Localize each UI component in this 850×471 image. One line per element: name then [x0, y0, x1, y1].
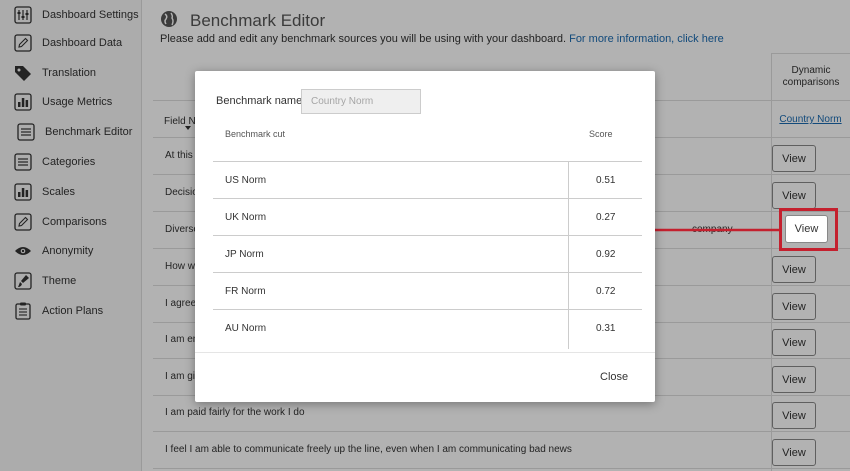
- benchmark-row: JP Norm 0.92: [213, 236, 642, 273]
- benchmark-row: US Norm 0.51: [213, 162, 642, 199]
- benchmark-cut: FR Norm: [225, 286, 266, 297]
- arrow-left-icon: [639, 224, 779, 236]
- benchmark-cut: UK Norm: [225, 212, 267, 223]
- benchmark-score[interactable]: 0.51: [596, 175, 615, 186]
- benchmark-name-input[interactable]: [301, 89, 421, 114]
- benchmark-table: US Norm 0.51 UK Norm 0.27 JP Norm 0.92 F…: [213, 161, 642, 349]
- benchmark-score[interactable]: 0.27: [596, 212, 615, 223]
- modal-footer-divider: [195, 352, 655, 353]
- benchmark-cut: AU Norm: [225, 323, 267, 334]
- benchmark-row: FR Norm 0.72: [213, 273, 642, 310]
- benchmark-cut: US Norm: [225, 175, 267, 186]
- column-divider: [568, 162, 569, 349]
- score-header: Score: [589, 129, 613, 139]
- benchmark-name-label: Benchmark name: [216, 95, 303, 107]
- benchmark-cut-header: Benchmark cut: [225, 129, 286, 139]
- benchmark-score[interactable]: 0.31: [596, 323, 615, 334]
- benchmark-score[interactable]: 0.72: [596, 286, 615, 297]
- benchmark-row: UK Norm 0.27: [213, 199, 642, 236]
- benchmark-score[interactable]: 0.92: [596, 249, 615, 260]
- benchmark-modal: Benchmark name Benchmark cut Score US No…: [195, 71, 655, 402]
- benchmark-row: AU Norm 0.31: [213, 310, 642, 347]
- highlight-frame: [779, 208, 838, 251]
- close-button[interactable]: Close: [600, 371, 628, 383]
- benchmark-cut: JP Norm: [225, 249, 264, 260]
